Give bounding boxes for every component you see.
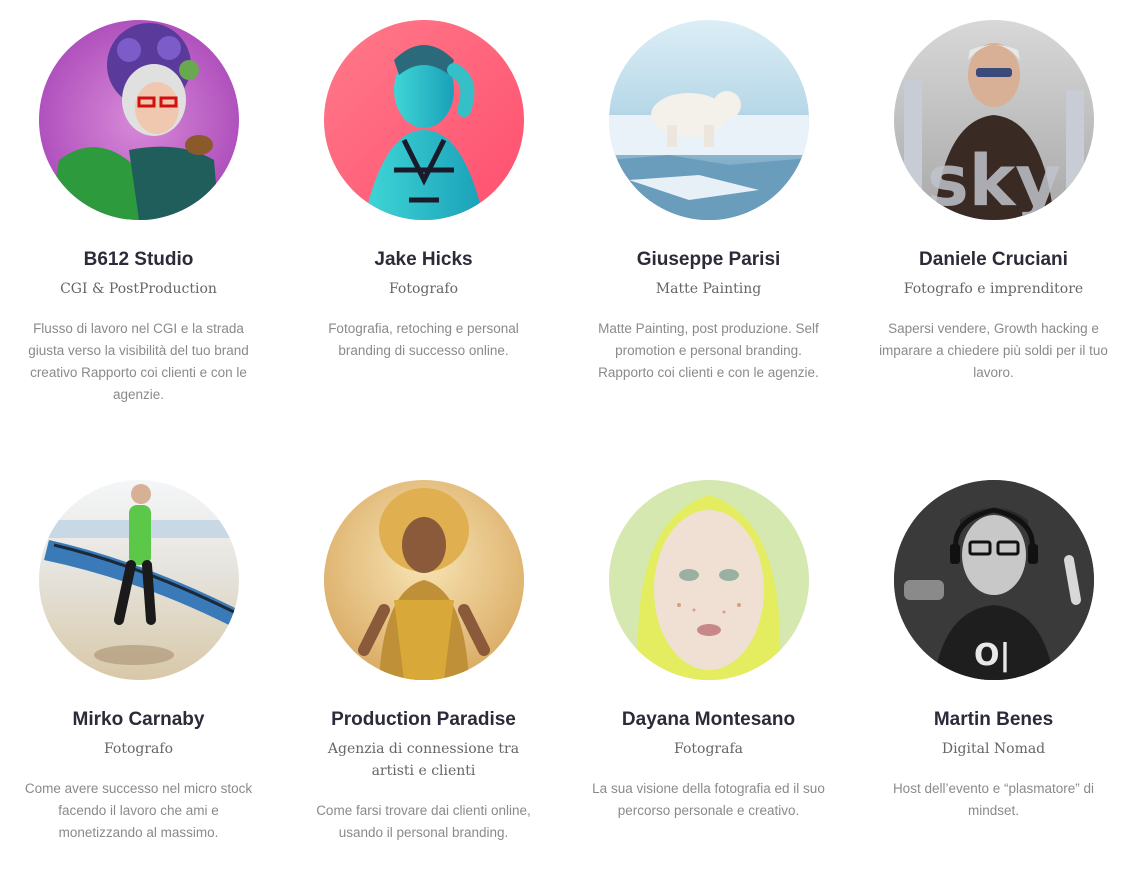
speaker-name[interactable]: Martin Benes — [851, 708, 1136, 732]
speaker-name[interactable]: Jake Hicks — [281, 248, 566, 272]
speaker-description: Flusso di lavoro nel CGI e la strada giu… — [28, 321, 249, 402]
speaker-card: B612 Studio CGI & PostProduction Flusso … — [0, 20, 281, 406]
speaker-card: sky Daniele Cruciani Fotografo e imprend… — [851, 20, 1136, 384]
speaker-card: Mirko Carnaby Fotografo Come avere succe… — [0, 480, 281, 844]
speaker-role: Fotografo — [103, 741, 174, 757]
speaker-description: Sapersi vendere, Growth hacking e impara… — [879, 321, 1108, 380]
speaker-card: Dayana Montesano Fotografa La sua vision… — [566, 480, 851, 822]
speaker-description: La sua visione della fotografia ed il su… — [592, 781, 825, 818]
speaker-photo-mirko-carnaby[interactable] — [38, 480, 239, 680]
speaker-card: Giuseppe Parisi Matte Painting Matte Pai… — [566, 20, 851, 384]
speaker-name[interactable]: Mirko Carnaby — [0, 708, 281, 732]
speaker-card: Jake Hicks Fotografo Fotografia, retochi… — [281, 20, 566, 362]
speaker-photo-b612-studio[interactable] — [38, 20, 239, 220]
speaker-role: Digital Nomad — [941, 741, 1046, 757]
speaker-role: Fotografo e imprenditore — [903, 281, 1084, 297]
speaker-description: Host dell’evento e “plasmatore” di minds… — [892, 781, 1095, 818]
speaker-photo-giuseppe-parisi[interactable] — [608, 20, 809, 220]
svg-text:sky: sky — [927, 140, 1061, 220]
speaker-description: Matte Painting, post produzione. Self pr… — [598, 321, 819, 380]
speaker-photo-martin-benes[interactable]: O| — [893, 480, 1094, 680]
speaker-role: Agenzia di connessione tra artisti e cli… — [327, 741, 520, 779]
speakers-grid: B612 Studio CGI & PostProduction Flusso … — [0, 0, 1144, 872]
speaker-role: CGI & PostProduction — [60, 281, 217, 297]
speaker-description: Come avere successo nel micro stock face… — [24, 781, 253, 840]
speaker-card: Production Paradise Agenzia di connessio… — [281, 480, 566, 844]
speaker-role: Matte Painting — [655, 281, 762, 297]
speaker-role: Fotografa — [674, 741, 743, 757]
svg-text:O|: O| — [974, 638, 1010, 673]
speaker-name[interactable]: B612 Studio — [0, 248, 281, 272]
speaker-name[interactable]: Daniele Cruciani — [851, 248, 1136, 272]
speaker-name[interactable]: Production Paradise — [281, 708, 566, 732]
speaker-description: Fotografia, retoching e personal brandin… — [328, 321, 519, 358]
speaker-photo-production-paradise[interactable] — [323, 480, 524, 680]
speaker-role: Fotografo — [388, 281, 459, 297]
speaker-name[interactable]: Dayana Montesano — [566, 708, 851, 732]
speaker-photo-daniele-cruciani[interactable]: sky — [893, 20, 1094, 220]
speaker-photo-jake-hicks[interactable] — [323, 20, 524, 220]
speaker-description: Come farsi trovare dai clienti online, u… — [316, 803, 531, 840]
speaker-photo-dayana-montesano[interactable] — [608, 480, 809, 680]
speaker-name[interactable]: Giuseppe Parisi — [566, 248, 851, 272]
speaker-card: O| Martin Benes Digital Nomad Host dell’… — [851, 480, 1136, 822]
